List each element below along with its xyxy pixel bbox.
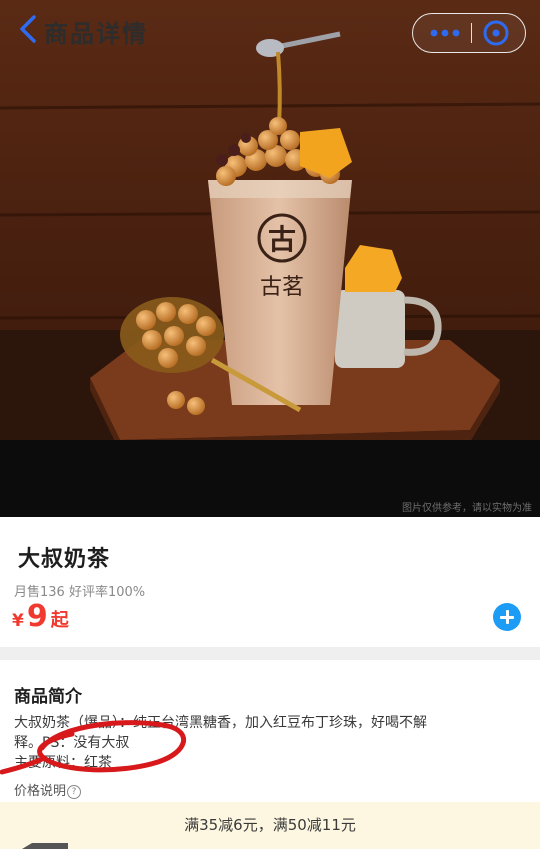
chevron-left-icon[interactable] bbox=[12, 12, 46, 46]
capsule-divider bbox=[471, 23, 472, 43]
product-sales-stats: 月售136 好评率100% bbox=[14, 585, 146, 600]
top-navigation-bar: 商品详情 bbox=[0, 0, 540, 53]
price-explanation-link[interactable]: 价格说明? bbox=[14, 780, 82, 799]
price-currency: ¥ bbox=[12, 611, 24, 631]
description-line-3: 主要原料：红茶 bbox=[14, 755, 112, 771]
description-line-2: 释。PS：没有大叔 bbox=[14, 735, 130, 751]
price-explanation-label: 价格说明 bbox=[14, 784, 67, 799]
cart-corner-decoration bbox=[22, 843, 68, 849]
close-circle-icon[interactable] bbox=[481, 18, 511, 48]
image-disclaimer: 图片仅供参考，请以实物为准 bbox=[402, 503, 532, 514]
promotion-text: 满35减6元，满50减11元 bbox=[184, 816, 356, 834]
product-info-card: 大叔奶茶 月售136 好评率100% ¥9 起 bbox=[0, 517, 540, 647]
plus-circle-icon[interactable] bbox=[493, 603, 521, 631]
price-suffix: 起 bbox=[50, 610, 69, 631]
promotion-bar: 满35减6元，满50减11元 bbox=[0, 802, 540, 849]
product-photo: 古 古茗 bbox=[0, 0, 540, 517]
product-price: ¥9 起 bbox=[12, 599, 69, 634]
description-line-1: 大叔奶茶（爆品）：纯正台湾黑糖香，加入红豆布丁珍珠，好喝不解 bbox=[14, 715, 427, 731]
description-title: 商品简介 bbox=[14, 687, 82, 707]
more-dots-icon[interactable] bbox=[427, 20, 463, 46]
question-circle-icon: ? bbox=[67, 785, 82, 799]
product-name: 大叔奶茶 bbox=[18, 547, 111, 572]
cup-logo-char: 古 bbox=[268, 223, 296, 256]
section-divider bbox=[0, 647, 540, 660]
page-title: 商品详情 bbox=[44, 20, 148, 48]
cup-brand-text: 古茗 bbox=[260, 275, 304, 300]
product-hero-image: 古 古茗 图片仅供参考，请以实物为准 bbox=[0, 0, 540, 517]
mini-program-capsule bbox=[412, 13, 526, 53]
price-value: 9 bbox=[26, 599, 48, 634]
product-description-section: 商品简介 大叔奶茶（爆品）：纯正台湾黑糖香，加入红豆布丁珍珠，好喝不解 释。PS… bbox=[0, 660, 540, 802]
